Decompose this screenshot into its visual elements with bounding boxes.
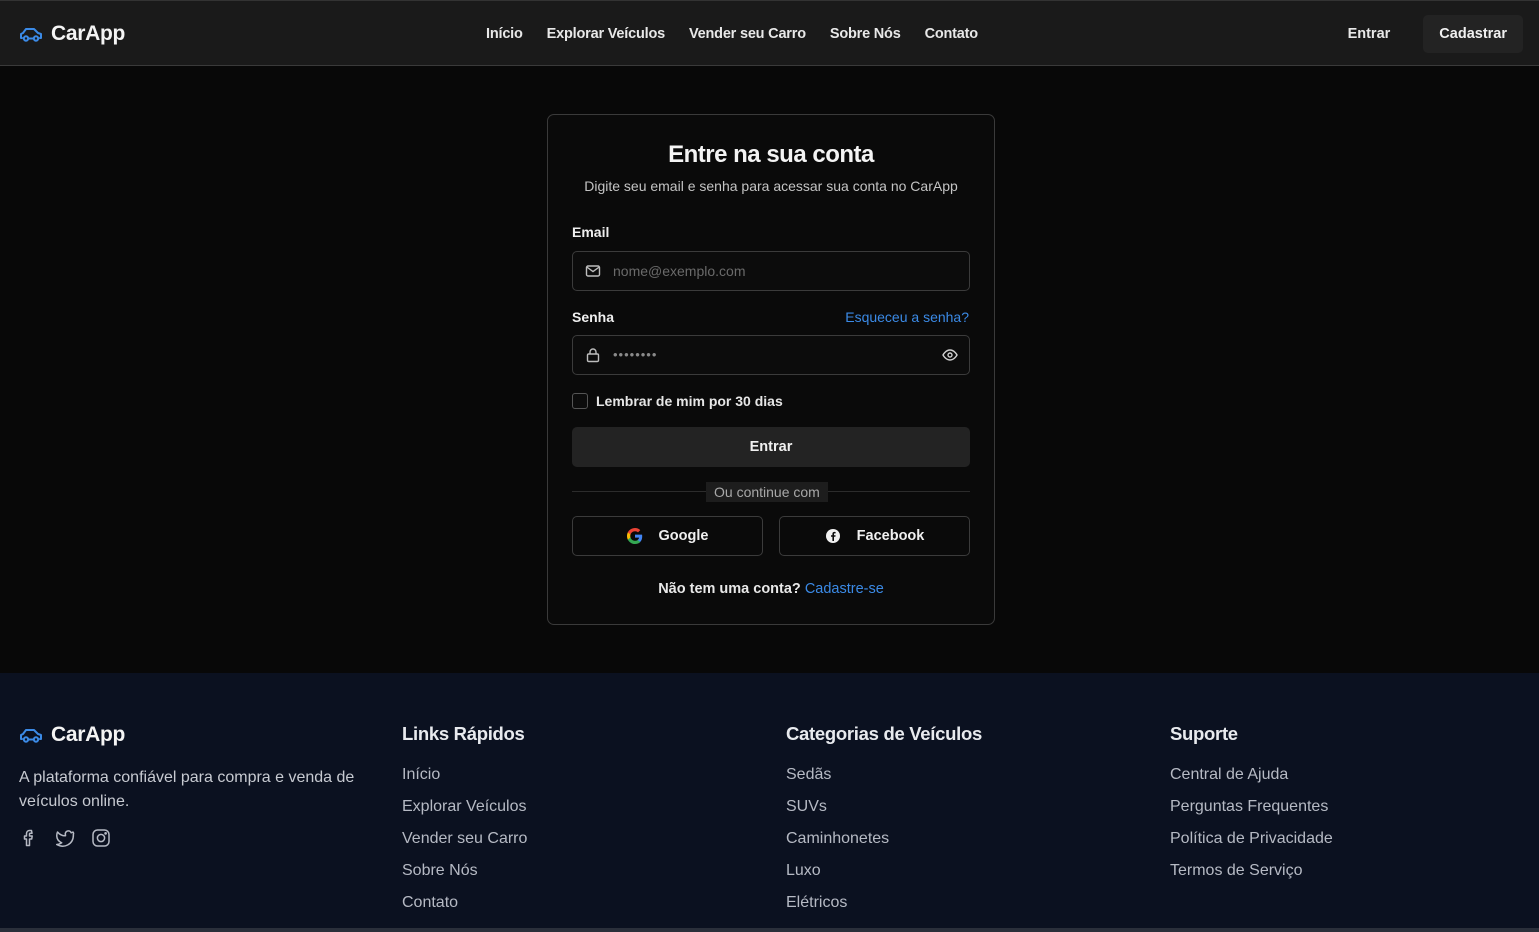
footer-link[interactable]: Política de Privacidade — [1170, 828, 1333, 860]
footer-brand-name: CarApp — [51, 723, 126, 746]
footer-link[interactable]: Explorar Veículos — [402, 796, 527, 828]
google-icon — [626, 528, 642, 544]
footer-tagline: A plataforma confiável para compra e ven… — [19, 769, 355, 810]
email-field[interactable]: nome@exemplo.com — [572, 251, 970, 291]
nav-link-explorar-veiculos[interactable]: Explorar Veículos — [547, 26, 665, 42]
footer-link[interactable]: Elétricos — [786, 892, 982, 924]
footer-link[interactable]: Início — [402, 764, 527, 796]
facebook-login-button[interactable]: Facebook — [779, 516, 970, 556]
lock-icon — [586, 348, 600, 363]
footer-link[interactable]: Luxo — [786, 860, 982, 892]
nav-link-contato[interactable]: Contato — [925, 26, 979, 42]
footer-brand[interactable]: CarApp — [19, 723, 125, 747]
footer-link[interactable]: Caminhonetes — [786, 828, 982, 860]
password-field[interactable]: •••••••• — [572, 335, 970, 375]
footer-link[interactable]: Termos de Serviço — [1170, 860, 1333, 892]
google-login-button[interactable]: Google — [572, 516, 763, 556]
email-label: Email — [572, 224, 610, 240]
mail-icon — [585, 265, 601, 277]
car-icon — [20, 729, 42, 743]
email-placeholder: nome@exemplo.com — [613, 263, 746, 279]
login-button[interactable]: Entrar — [1332, 15, 1407, 53]
signup-link[interactable]: Cadastre-se — [805, 581, 884, 597]
facebook-label: Facebook — [856, 528, 925, 544]
footer-link[interactable]: Contato — [402, 892, 527, 924]
footer-link[interactable]: Perguntas Frequentes — [1170, 796, 1333, 828]
signup-prompt: Não tem uma conta? Cadastre-se — [548, 581, 994, 597]
instagram-icon[interactable] — [91, 828, 111, 848]
nav-link-inicio[interactable]: Início — [486, 26, 523, 42]
login-card: Entre na sua conta Digite seu email e se… — [547, 114, 995, 625]
footer-col-title: Links Rápidos — [402, 723, 525, 744]
auth-actions: Entrar Cadastrar — [1332, 15, 1523, 53]
facebook-icon — [825, 529, 840, 543]
footer-col-categories: Categorias de Veículos Sedãs SUVs Caminh… — [786, 723, 982, 924]
login-subtitle: Digite seu email e senha para acessar su… — [584, 178, 958, 194]
footer-link[interactable]: Sobre Nós — [402, 860, 527, 892]
submit-login-button[interactable]: Entrar — [572, 427, 970, 467]
footer-col-title: Categorias de Veículos — [786, 723, 982, 744]
footer-col-quick-links: Links Rápidos Início Explorar Veículos V… — [402, 723, 527, 924]
password-value: •••••••• — [613, 347, 658, 362]
signup-button[interactable]: Cadastrar — [1423, 15, 1523, 53]
top-navbar: CarApp Início Explorar Veículos Vender s… — [0, 0, 1539, 66]
nav-link-vender-seu-carro[interactable]: Vender seu Carro — [689, 26, 806, 42]
footer-link[interactable]: Central de Ajuda — [1170, 764, 1333, 796]
remember-me: Lembrar de mim por 30 dias — [572, 393, 783, 409]
footer-col-title: Suporte — [1170, 723, 1238, 744]
remember-label: Lembrar de mim por 30 dias — [596, 393, 783, 409]
footer-social-links — [19, 828, 111, 848]
login-title: Entre na sua conta — [668, 141, 874, 168]
remember-checkbox[interactable] — [572, 393, 588, 409]
nav-link-sobre-nos[interactable]: Sobre Nós — [830, 26, 901, 42]
brand-name: CarApp — [51, 22, 126, 45]
eye-icon[interactable] — [942, 348, 958, 362]
footer-link[interactable]: SUVs — [786, 796, 982, 828]
brand-logo[interactable]: CarApp — [19, 21, 125, 47]
password-label: Senha — [572, 309, 615, 325]
footer-col-support: Suporte Central de Ajuda Perguntas Frequ… — [1170, 723, 1333, 892]
facebook-icon[interactable] — [19, 828, 39, 848]
divider-text: Ou continue com — [706, 482, 828, 502]
car-icon — [20, 28, 42, 42]
google-label: Google — [658, 528, 709, 544]
main-nav: Início Explorar Veículos Vender seu Carr… — [486, 1, 978, 67]
no-account-text: Não tem uma conta? — [658, 581, 801, 597]
footer-divider — [0, 928, 1539, 932]
footer: CarApp A plataforma confiável para compr… — [0, 673, 1539, 932]
forgot-password-link[interactable]: Esqueceu a senha? — [845, 309, 969, 325]
footer-link[interactable]: Sedãs — [786, 764, 982, 796]
twitter-icon[interactable] — [55, 828, 75, 848]
footer-link[interactable]: Vender seu Carro — [402, 828, 527, 860]
